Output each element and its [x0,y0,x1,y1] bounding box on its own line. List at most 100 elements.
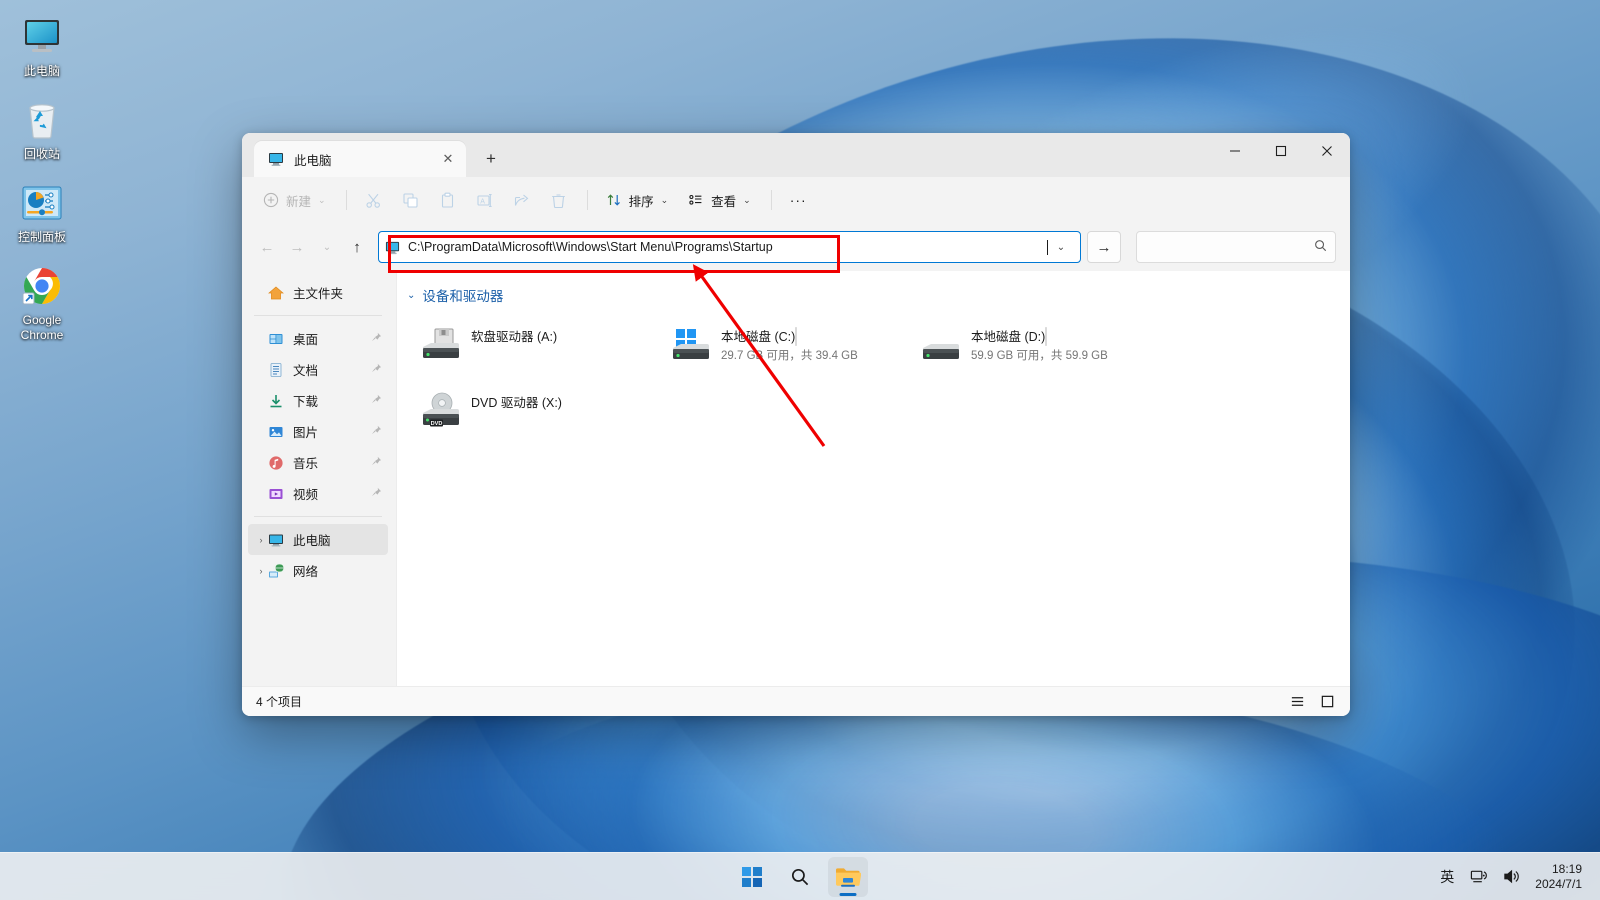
system-tray[interactable]: 英 18:19 2024/7/1 [1433,853,1592,900]
sidebar-item-pictures[interactable]: 图片 [248,416,388,447]
rename-button[interactable]: A [467,184,502,216]
address-bar[interactable]: C:\ProgramData\Microsoft\Windows\Start M… [378,231,1081,263]
sidebar-item-label: 网络 [293,565,319,579]
delete-button[interactable] [541,184,576,216]
view-button[interactable]: 查看 ⌄ [679,184,760,216]
up-button[interactable]: ↑ [342,232,372,262]
clock-time: 18:19 [1551,861,1582,876]
toolbar-divider [586,190,588,210]
sort-button[interactable]: 排序 ⌄ [597,184,678,216]
desktop-icon-recycle-bin[interactable]: 回收站 [4,91,80,166]
new-button[interactable]: 新建 ⌄ [254,184,335,216]
sidebar-item-network[interactable]: › 网络 [248,555,388,586]
pin-icon[interactable] [371,456,382,470]
sidebar-item-videos[interactable]: 视频 [248,478,388,509]
this-pc-icon [385,240,400,255]
address-bar-wrapper[interactable]: C:\ProgramData\Microsoft\Windows\Start M… [378,231,1081,263]
recent-locations-button[interactable]: ⌄ [312,232,342,262]
sidebar-item-label: 图片 [293,426,319,440]
drive-tile-local-disk-d[interactable]: 本地磁盘 (D:) 59.9 GB 可用，共 59.9 GB [913,315,1163,379]
sidebar-item-this-pc[interactable]: › 此电脑 [248,524,388,555]
close-button[interactable] [1304,133,1350,169]
more-options-label: ··· [789,192,807,208]
chevron-right-icon[interactable]: › [254,566,268,576]
window-controls[interactable] [1212,133,1350,169]
sidebar-item-desktop[interactable]: 桌面 [248,323,388,354]
taskbar[interactable]: 英 18:19 2024/7/1 [0,852,1600,900]
clock[interactable]: 18:19 2024/7/1 [1529,862,1592,892]
cut-button[interactable] [356,184,391,216]
address-dropdown-icon[interactable]: ⌄ [1048,233,1074,261]
control-panel-icon [6,180,78,226]
address-bar-row[interactable]: ← → ⌄ ↑ C:\ProgramData\Microsoft\Windows… [242,223,1350,271]
desktop-icon-label: 回收站 [23,147,60,161]
paste-button[interactable] [430,184,465,216]
address-bar-input[interactable]: C:\ProgramData\Microsoft\Windows\Start M… [408,240,1046,254]
windows-logo-icon [742,866,762,887]
desktop-icon-label: Google Chrome [20,313,64,342]
network-icon [268,563,284,579]
sidebar-divider [254,315,382,316]
drive-tile-body: 本地磁盘 (D:) 59.9 GB 可用，共 59.9 GB [971,321,1159,364]
sidebar-item-label: 视频 [293,488,319,502]
desktop-icon-this-pc[interactable]: 此电脑 [4,8,80,83]
sidebar-item-documents[interactable]: 文档 [248,354,388,385]
network-icon[interactable] [1463,857,1494,897]
new-tab-button[interactable]: + [476,144,506,174]
command-bar[interactable]: 新建 ⌄ A 排序 ⌄ 查看 ⌄ ··· [242,177,1350,223]
details-view-button[interactable] [1284,691,1310,713]
pin-icon[interactable] [371,425,382,439]
view-button-label: 查看 [711,194,737,209]
sidebar-item-downloads[interactable]: 下载 [248,385,388,416]
sidebar-item-home[interactable]: 主文件夹 [248,277,388,308]
chevron-right-icon[interactable]: › [254,535,268,545]
drive-usage-bar [1045,327,1048,346]
ime-label: 英 [1440,868,1455,885]
back-button[interactable]: ← [252,232,282,262]
chevron-down-icon: ⌄ [660,194,669,205]
desktop-icon-control-panel[interactable]: 控制面板 [4,174,80,249]
desktop[interactable]: 此电脑 回收站 控制面板 Google Chrome 此电脑 ✕ + 新建 ⌄ … [0,0,1600,900]
desktop-icon-chrome[interactable]: Google Chrome [4,257,80,347]
go-button[interactable]: → [1087,231,1121,263]
dvd-badge-text: DVD [431,421,443,427]
window-title-bar[interactable]: 此电脑 ✕ + [242,133,1350,177]
forward-button[interactable]: → [282,232,312,262]
search-button[interactable] [780,857,820,897]
clock-date: 2024/7/1 [1535,876,1582,891]
search-input[interactable] [1136,231,1336,263]
tab-close-icon[interactable]: ✕ [436,148,460,170]
toolbar-divider [770,190,772,210]
volume-icon[interactable] [1496,857,1527,897]
drive-usage-bar [795,327,798,346]
pin-icon[interactable] [371,363,382,377]
content-pane[interactable]: ⌄ 设备和驱动器 软盘驱动器 (A:) 本地磁盘 (C:) 29.7 GB 可用… [396,271,1350,686]
drive-tile-dvd-x[interactable]: DVD DVD 驱动器 (X:) [413,381,663,445]
sidebar-item-music[interactable]: 音乐 [248,447,388,478]
videos-icon [268,486,284,502]
ime-indicator[interactable]: 英 [1433,857,1461,897]
minimize-button[interactable] [1212,133,1258,169]
pin-icon[interactable] [371,487,382,501]
chevron-down-icon[interactable]: ⌄ [407,290,415,301]
drive-tile-floppy-a[interactable]: 软盘驱动器 (A:) [413,315,663,379]
share-button[interactable] [504,184,539,216]
maximize-button[interactable] [1258,133,1304,169]
file-explorer-window[interactable]: 此电脑 ✕ + 新建 ⌄ A 排序 ⌄ 查看 ⌄ ··· ← → ⌄ ↑ C:\… [242,133,1350,716]
taskbar-file-explorer-button[interactable] [828,856,868,897]
documents-icon [268,362,284,378]
group-header-devices-and-drives[interactable]: ⌄ 设备和驱动器 [397,283,1350,311]
desktop-icon [268,331,284,347]
navigation-pane[interactable]: 主文件夹 桌面 文档 下载 图片 音乐 视频 › 此电脑 › 网络 [242,271,396,686]
tab-this-pc[interactable]: 此电脑 ✕ [254,141,466,177]
pin-icon[interactable] [371,332,382,346]
more-options-button[interactable]: ··· [781,184,816,216]
drive-tile-local-disk-c[interactable]: 本地磁盘 (C:) 29.7 GB 可用，共 39.4 GB [663,315,913,379]
large-icons-view-button[interactable] [1314,691,1340,713]
start-button[interactable] [732,857,772,897]
status-bar: 4 个项目 [242,686,1350,716]
desktop-icon-list: 此电脑 回收站 控制面板 Google Chrome [0,0,90,347]
copy-button[interactable] [393,184,428,216]
pin-icon[interactable] [371,394,382,408]
group-header-label: 设备和驱动器 [422,289,504,304]
